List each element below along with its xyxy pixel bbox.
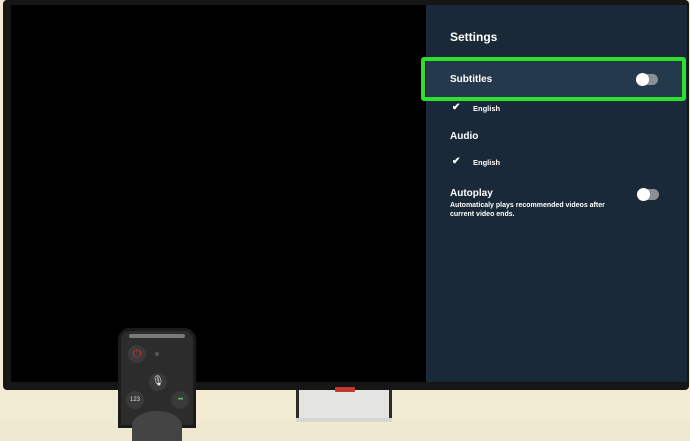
number-button[interactable]: 123 xyxy=(126,391,144,409)
power-icon[interactable]: ⏻ xyxy=(128,345,146,363)
tv-logo xyxy=(335,387,355,392)
autoplay-toggle-knob xyxy=(637,188,650,201)
remote-top-bar xyxy=(129,334,185,338)
tv-stand xyxy=(296,388,392,422)
subtitles-language[interactable]: English xyxy=(473,104,500,113)
color-button[interactable]: •••• xyxy=(171,391,189,409)
settings-title: Settings xyxy=(450,30,498,44)
led-indicator xyxy=(155,352,159,356)
highlight-box xyxy=(421,57,686,101)
mic-icon[interactable]: 🎙 xyxy=(149,373,167,391)
tv-screen: Settings Subtitles ✔ English Audio ✔ Eng… xyxy=(11,5,687,382)
autoplay-label[interactable]: Autoplay xyxy=(450,188,493,199)
settings-panel: Settings Subtitles ✔ English Audio ✔ Eng… xyxy=(421,5,687,382)
autoplay-description: Automaticaly plays recommended videos af… xyxy=(450,202,605,218)
remote-control: ⏻ 🎙 123 •••• xyxy=(118,328,196,441)
autoplay-toggle[interactable] xyxy=(637,188,659,201)
check-icon: ✔ xyxy=(452,156,461,167)
tv-frame: Settings Subtitles ✔ English Audio ✔ Eng… xyxy=(3,0,689,390)
check-icon: ✔ xyxy=(452,102,461,113)
dpad[interactable] xyxy=(132,411,182,441)
audio-label[interactable]: Audio xyxy=(450,131,478,142)
audio-language[interactable]: English xyxy=(473,158,500,167)
tv-stand-foot xyxy=(296,418,392,422)
